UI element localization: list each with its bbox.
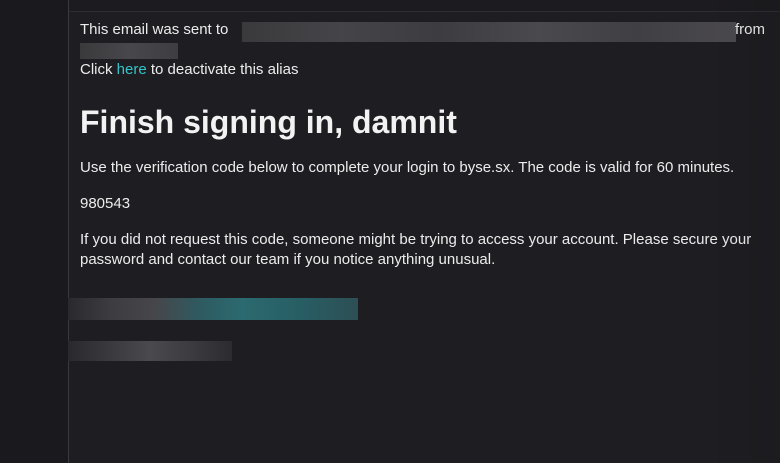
deactivate-alias-link[interactable]: here: [117, 61, 147, 78]
email-content: This email was sent to from Click here t…: [80, 20, 780, 270]
deactivate-line: Click here to deactivate this alias: [80, 60, 780, 80]
redacted-signature-block: [68, 341, 232, 361]
sent-to-label: This email was sent to: [80, 21, 229, 38]
left-gutter: [0, 0, 68, 463]
redacted-link-block: [68, 298, 358, 320]
click-suffix: to deactivate this alias: [146, 61, 299, 78]
top-bar: [69, 0, 780, 12]
sent-to-line: This email was sent to from: [80, 20, 780, 42]
click-prefix: Click: [80, 61, 117, 78]
verification-instructions: Use the verification code below to compl…: [80, 159, 735, 176]
security-warning: If you did not request this code, someon…: [80, 231, 752, 268]
from-label: from: [735, 21, 765, 38]
email-heading: Finish signing in, damnit: [80, 104, 457, 140]
redacted-sender: [80, 43, 178, 59]
redacted-email-address: [242, 22, 736, 42]
verification-code: 980543: [80, 195, 131, 212]
